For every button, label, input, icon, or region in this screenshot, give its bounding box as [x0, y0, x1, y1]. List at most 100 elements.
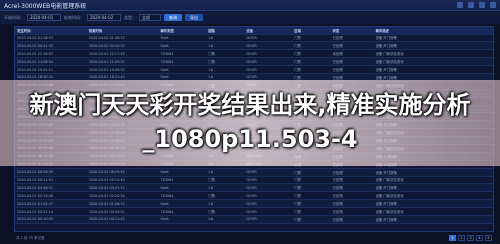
end-date-input[interactable]: 2020-04-02: [87, 14, 121, 21]
record-summary: 共 1 页 25 条记录: [16, 235, 45, 240]
table-cell: 门禁: [206, 57, 245, 67]
title-bar: Acrel-3000WEB电能管理系统: [0, 0, 500, 11]
table-cell: 2020-04-01 01:06:33: [86, 199, 159, 209]
table-row[interactable]: 2020-04-01 05:11:53 2020-04-01 05:12:40 TX…: [15, 176, 493, 185]
table-cell: 已处理: [330, 199, 374, 209]
pagination: 共 1 页 25 条记录 12345: [14, 233, 494, 243]
table-cell: 2020-04-01 05:11:53: [15, 176, 87, 185]
table-cell: 2020-04-01 22:16:07: [15, 49, 87, 59]
table-cell: Start: [158, 34, 207, 43]
table-cell: 已处理: [330, 168, 374, 177]
table-cell: 2020-04-01 00:11:42: [86, 215, 159, 224]
table-cell: Start: [158, 168, 207, 177]
table-cell: 设备 开门报警: [373, 65, 493, 74]
table-row[interactable]: 2020-04-01 22:16:07 2020-04-01 22:17:45 TX…: [15, 49, 493, 59]
close-icon[interactable]: [490, 2, 496, 8]
query-button[interactable]: 查询: [164, 14, 182, 21]
start-date-label: 开始时间：: [4, 14, 24, 20]
table-cell: 1#: [206, 34, 245, 43]
table-row[interactable]: 2020-04-01 21:08:54 2020-04-01 21:09:30 TX…: [15, 57, 493, 67]
table-cell: TX3084: [158, 207, 207, 216]
table-cell: DOOR: [244, 183, 293, 193]
table-cell: DOOR: [244, 215, 293, 224]
window-controls: [457, 2, 496, 8]
table-cell: 已处理: [330, 183, 374, 193]
table-cell: 2020-04-01 22:17:45: [86, 49, 159, 59]
end-date-label: 结束时间：: [64, 14, 84, 20]
table-cell: 2020-04-01 19:43:02: [86, 65, 159, 74]
table-cell: 门禁: [206, 207, 245, 216]
table-cell: 2020-04-01 05:12:40: [86, 176, 159, 185]
column-header[interactable]: 恢复时间: [86, 27, 159, 35]
table-cell: 2020-04-02 01:28:53: [15, 34, 87, 43]
table-cell: 2020-04-01 19:42:11: [15, 65, 87, 74]
table-cell: DOOR: [244, 49, 293, 59]
table-cell: 2020-04-01 21:09:30: [86, 57, 159, 67]
overlay-headline: 新澳门天天彩开奖结果出来,精准实施分析_1080p11.503-4: [29, 91, 471, 153]
table-cell: 1#: [206, 199, 245, 209]
table-cell: DOOR: [244, 176, 293, 185]
column-header[interactable]: 事件类型: [158, 27, 207, 35]
table-cell: TX3084: [158, 176, 207, 185]
table-cell: 1#: [206, 65, 245, 74]
table-cell: 2020-04-01 01:05:47: [15, 199, 87, 209]
table-cell: 2020-04-01 02:19:08: [15, 191, 87, 201]
table-row[interactable]: 2020-04-01 00:32:14 2020-04-01 00:33:01 TX…: [15, 207, 493, 216]
table-cell: 门禁: [292, 191, 331, 201]
table-cell: 1#: [206, 41, 245, 51]
table-cell: Start: [158, 65, 207, 74]
table-row[interactable]: 2020-04-01 02:19:08 2020-04-01 02:20:26 TX…: [15, 191, 493, 201]
export-button[interactable]: 导出: [185, 14, 203, 21]
table-row[interactable]: 2020-04-01 03:46:31 2020-04-01 03:47:15 St…: [15, 183, 493, 193]
page-button[interactable]: 5: [485, 235, 492, 241]
column-header[interactable]: 发生时间: [15, 27, 87, 35]
table-cell: DOOR: [244, 191, 293, 201]
page-button[interactable]: 2: [458, 235, 465, 241]
table-cell: 2020-04-01 06:29:48: [86, 168, 159, 177]
table-row[interactable]: 2020-04-01 00:10:55 2020-04-01 00:11:42 St…: [15, 215, 493, 224]
table-cell: 门禁: [292, 215, 331, 224]
table-cell: 2020-04-01 00:10:55: [15, 215, 87, 224]
column-header[interactable]: 事件描述: [373, 27, 493, 35]
table-cell: 已处理: [330, 65, 374, 74]
table-cell: 设备 门磁状态变化: [373, 57, 493, 67]
table-row[interactable]: 2020-04-01 19:42:11 2020-04-01 19:43:02 St…: [15, 65, 493, 74]
table-cell: Start: [158, 183, 207, 193]
table-cell: 门禁: [292, 41, 331, 51]
table-cell: 设备 门磁状态变化: [373, 49, 493, 59]
type-label: 类型：: [124, 14, 136, 20]
table-cell: 设备 开门报警: [373, 34, 493, 43]
column-header[interactable]: 设备: [244, 27, 293, 35]
table-cell: 门禁: [292, 207, 331, 216]
table-cell: 门禁: [206, 49, 245, 59]
table-cell: 门禁: [292, 183, 331, 193]
table-cell: Start: [158, 215, 207, 224]
table-row[interactable]: 2020-04-02 00:41:33 2020-04-02 00:42:20 St…: [15, 41, 493, 51]
table-row[interactable]: 2020-04-01 01:05:47 2020-04-01 01:06:33 St…: [15, 199, 493, 209]
page-button[interactable]: 1: [449, 235, 456, 241]
user-icon[interactable]: [457, 2, 463, 8]
start-date-input[interactable]: 2020-04-01: [27, 14, 61, 21]
table-row[interactable]: 2020-04-01 06:28:09 2020-04-01 06:29:48 St…: [15, 168, 493, 177]
table-row[interactable]: 2020-04-02 01:28:53 2020-04-02 01:30:12 St…: [15, 34, 493, 43]
table-cell: 设备 门磁状态变化: [373, 191, 493, 201]
table-cell: 门禁: [292, 65, 331, 74]
table-cell: 未处理: [330, 49, 374, 59]
column-header[interactable]: 状态: [330, 27, 374, 35]
column-header[interactable]: 回路: [206, 27, 245, 35]
table-cell: DOOR: [244, 57, 293, 67]
settings-icon[interactable]: [479, 2, 485, 8]
type-select[interactable]: 全部: [139, 14, 161, 21]
page-button[interactable]: 4: [476, 235, 483, 241]
table-cell: 门禁: [292, 34, 331, 43]
page-button[interactable]: 3: [467, 235, 474, 241]
table-cell: TX3084: [158, 191, 207, 201]
bell-icon[interactable]: [468, 2, 474, 8]
table-cell: 1#: [206, 183, 245, 193]
table-cell: DOOR: [244, 34, 293, 43]
filter-bar: 开始时间： 2020-04-01 结束时间： 2020-04-02 类型： 全部…: [0, 11, 500, 24]
table-cell: 门禁: [292, 199, 331, 209]
table-cell: 已处理: [330, 215, 374, 224]
column-header[interactable]: 区域: [292, 27, 331, 35]
table-cell: TX3084: [158, 57, 207, 67]
